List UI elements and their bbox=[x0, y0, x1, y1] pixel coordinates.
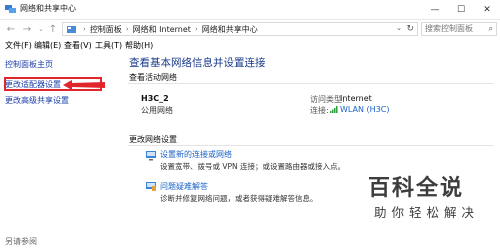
watermark-title: 百科全说 bbox=[368, 176, 465, 201]
back-arrow-icon[interactable]: ← bbox=[4, 22, 18, 36]
breadcrumb-separator: › bbox=[194, 25, 198, 33]
change-settings-header: 更改网络设置 bbox=[129, 135, 177, 144]
menu-tools[interactable]: 工具(T) bbox=[95, 40, 122, 51]
network-center-icon bbox=[5, 5, 16, 13]
divider bbox=[128, 83, 494, 84]
search-input[interactable]: 搜索控制面板 ⌕ bbox=[421, 22, 497, 36]
breadcrumb-separator: › bbox=[125, 25, 129, 33]
wifi-signal-icon bbox=[330, 106, 338, 113]
divider bbox=[128, 145, 494, 146]
new-connection-icon bbox=[146, 151, 156, 161]
setup-new-connection-link[interactable]: 设置新的连接或网络 bbox=[160, 149, 232, 160]
troubleshoot-desc: 诊断并修复网络问题，或者获得疑难解答信息。 bbox=[160, 194, 318, 203]
page-title: 查看基本网络信息并设置连接 bbox=[129, 57, 266, 69]
setup-new-connection-desc: 设置宽带、拨号或 VPN 连接；或设置路由器或接入点。 bbox=[160, 162, 346, 171]
refresh-icon[interactable]: ↻ bbox=[406, 24, 414, 34]
breadcrumb-network-center[interactable]: 网络和共享中心 bbox=[202, 24, 258, 35]
menu-help[interactable]: 帮助(H) bbox=[125, 40, 153, 51]
sidebar-link-advanced-sharing[interactable]: 更改高级共享设置 bbox=[5, 95, 69, 106]
connection-wlan-link[interactable]: WLAN (H3C) bbox=[340, 105, 389, 114]
breadcrumb[interactable]: › 控制面板 › 网络和 Internet › 网络和共享中心 ⌄ ↻ bbox=[62, 22, 418, 36]
access-type-value: Internet bbox=[340, 94, 372, 103]
search-placeholder: 搜索控制面板 bbox=[425, 24, 473, 33]
window-title: 网络和共享中心 bbox=[20, 4, 76, 13]
forward-arrow-icon[interactable]: → bbox=[20, 22, 34, 36]
control-panel-icon bbox=[67, 25, 76, 33]
menu-edit[interactable]: 编辑(E) bbox=[34, 40, 61, 51]
title-bar: 网络和共享中心 — ☐ ✕ bbox=[0, 0, 500, 20]
see-also-label: 另请参阅 bbox=[5, 237, 37, 246]
troubleshoot-icon bbox=[146, 182, 156, 191]
close-button[interactable]: ✕ bbox=[474, 0, 500, 19]
troubleshoot-link[interactable]: 问题疑难解答 bbox=[160, 181, 208, 192]
red-arrow-icon bbox=[63, 80, 105, 90]
minimize-button[interactable]: — bbox=[422, 0, 448, 19]
breadcrumb-network-internet[interactable]: 网络和 Internet bbox=[133, 24, 191, 35]
connection-label: 连接: bbox=[310, 106, 329, 115]
maximize-button[interactable]: ☐ bbox=[448, 0, 474, 19]
search-icon[interactable]: ⌕ bbox=[489, 23, 493, 35]
up-arrow-icon[interactable]: ↑ bbox=[46, 22, 60, 36]
breadcrumb-control-panel[interactable]: 控制面板 bbox=[90, 24, 122, 35]
network-type: 公用网络 bbox=[141, 106, 173, 115]
menu-file[interactable]: 文件(F) bbox=[5, 40, 32, 51]
watermark: 百科全说 助你轻松解决 bbox=[368, 170, 488, 230]
sidebar-link-control-panel-home[interactable]: 控制面板主页 bbox=[5, 59, 53, 70]
active-networks-header: 查看活动网络 bbox=[129, 73, 177, 82]
menu-view[interactable]: 查看(V) bbox=[64, 40, 92, 51]
address-dropdown-icon[interactable]: ⌄ bbox=[396, 24, 402, 32]
watermark-subtitle: 助你轻松解决 bbox=[374, 205, 480, 220]
menu-bar: 文件(F) 编辑(E) 查看(V) 工具(T) 帮助(H) bbox=[0, 40, 500, 52]
network-name: H3C_2 bbox=[141, 94, 169, 103]
breadcrumb-separator: › bbox=[83, 25, 86, 33]
